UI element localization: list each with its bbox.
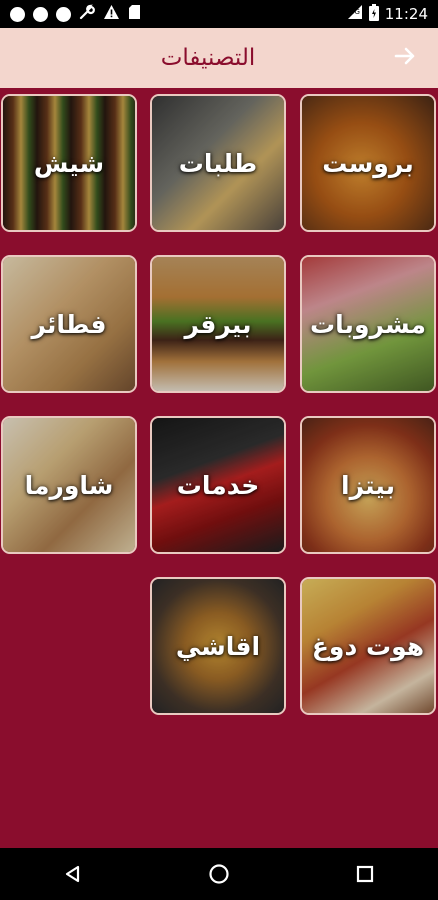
warning-icon bbox=[103, 4, 120, 24]
notification-dot-icon bbox=[56, 6, 71, 22]
category-tile-hotdog[interactable]: هوت دوغ bbox=[300, 577, 436, 715]
category-tile-drinks[interactable]: مشروبات bbox=[300, 255, 436, 393]
arrow-right-icon[interactable] bbox=[394, 43, 416, 73]
svg-text:4G: 4G bbox=[350, 8, 360, 16]
category-tile-shish[interactable]: شيش bbox=[1, 94, 137, 232]
category-label: بروست bbox=[322, 148, 414, 178]
category-tile-agashi[interactable]: اقاشي bbox=[150, 577, 286, 715]
category-label: مشروبات bbox=[310, 309, 426, 339]
category-tile-pizza[interactable]: بيتزا bbox=[300, 416, 436, 554]
category-label: بيرقر bbox=[184, 309, 252, 339]
category-label: شاورما bbox=[24, 470, 114, 500]
status-left bbox=[10, 4, 141, 24]
category-tile-burger[interactable]: بيرقر bbox=[150, 255, 286, 393]
home-circle-icon[interactable] bbox=[199, 854, 239, 894]
status-bar: 4G 11:24 bbox=[0, 0, 438, 28]
category-tile-pies[interactable]: فطائر bbox=[1, 255, 137, 393]
back-triangle-icon[interactable] bbox=[53, 854, 93, 894]
status-time: 11:24 bbox=[384, 5, 428, 23]
category-label: هوت دوغ bbox=[311, 631, 425, 661]
app-bar: التصنيفات bbox=[0, 28, 438, 88]
battery-icon bbox=[368, 3, 379, 25]
signal-icon: 4G bbox=[347, 4, 363, 24]
sd-card-icon bbox=[128, 4, 141, 24]
category-label: اقاشي bbox=[175, 631, 261, 661]
category-label: بيتزا bbox=[341, 470, 395, 500]
category-label: خدمات bbox=[176, 470, 260, 500]
category-label: طلبات bbox=[178, 148, 258, 178]
category-tile-orders[interactable]: طلبات bbox=[150, 94, 286, 232]
category-label: شيش bbox=[33, 148, 105, 178]
page-title: التصنيفات bbox=[160, 45, 256, 71]
status-right: 4G 11:24 bbox=[347, 3, 428, 25]
wrench-icon bbox=[79, 4, 95, 24]
category-tile-services[interactable]: خدمات bbox=[150, 416, 286, 554]
navigation-bar bbox=[0, 848, 438, 900]
notification-dot-icon bbox=[33, 6, 48, 22]
category-label: فطائر bbox=[31, 309, 107, 339]
notification-dot-icon bbox=[10, 6, 25, 22]
category-tile-broast[interactable]: بروست bbox=[300, 94, 436, 232]
recents-square-icon[interactable] bbox=[345, 854, 385, 894]
category-tile-shawarma[interactable]: شاورما bbox=[1, 416, 137, 554]
